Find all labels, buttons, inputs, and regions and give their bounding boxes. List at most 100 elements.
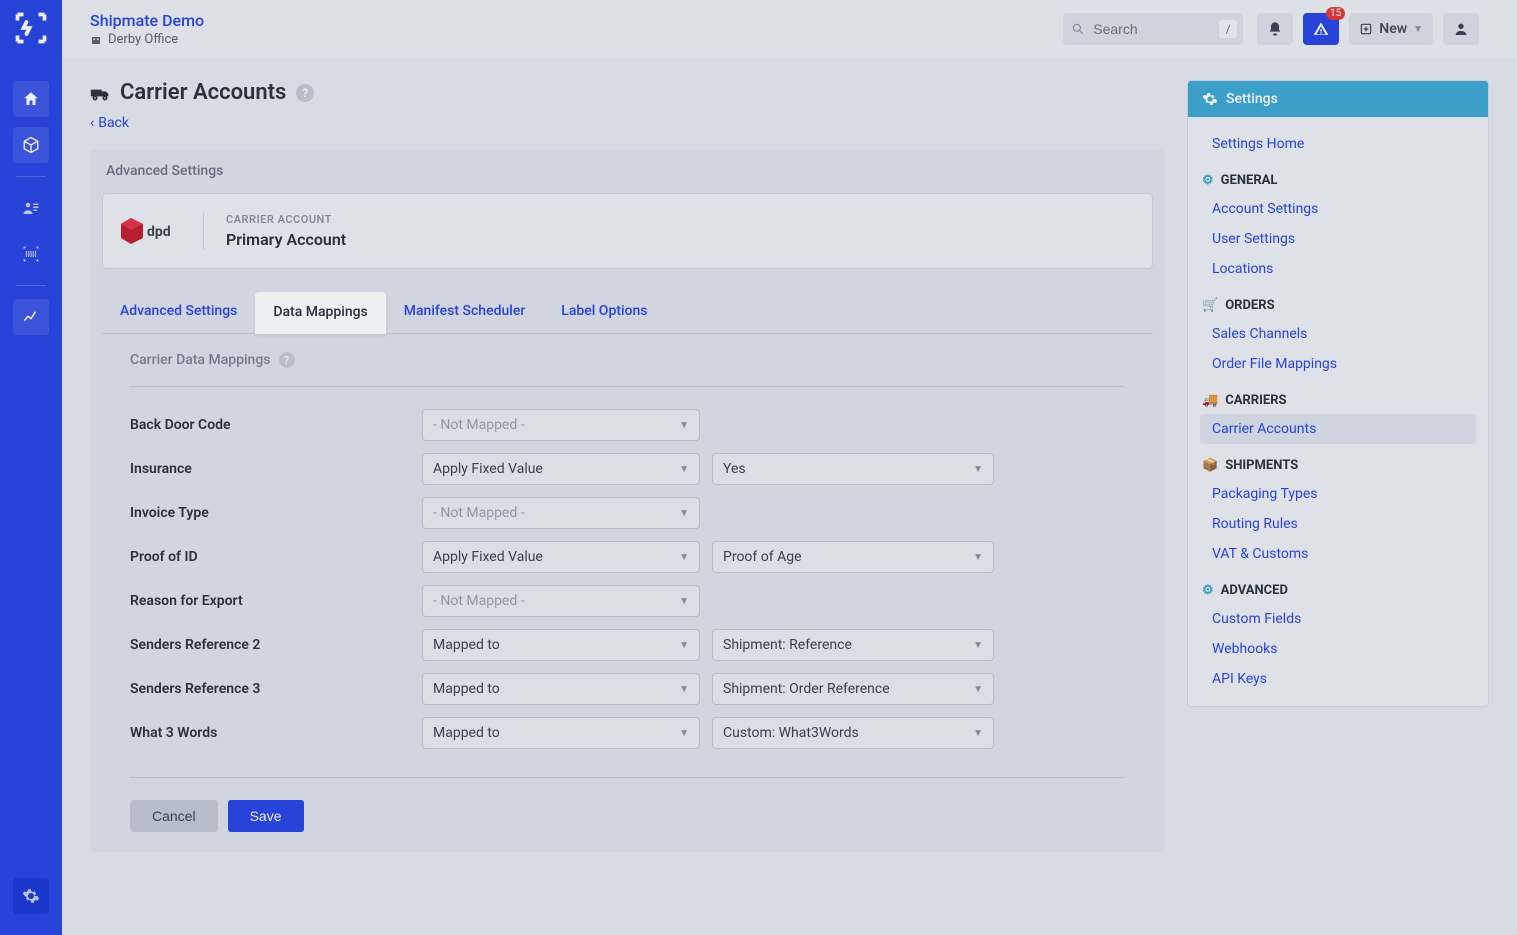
nav-analytics[interactable]	[13, 299, 49, 335]
tab-data-mappings[interactable]: Data Mappings	[255, 292, 385, 334]
tabs: Advanced Settings Data Mappings Manifest…	[102, 291, 1153, 334]
back-link[interactable]: ‹ Back	[90, 115, 129, 131]
gear-icon	[1202, 91, 1218, 107]
advanced-settings-panel: Advanced Settings dpd CARRIER ACCOUNT Pr…	[90, 149, 1165, 852]
dpd-logo: dpd	[121, 214, 181, 248]
chevron-down-icon: ▼	[679, 508, 689, 519]
link-packaging-types[interactable]: Packaging Types	[1188, 479, 1488, 509]
truck-icon	[90, 83, 110, 103]
tab-advanced-settings[interactable]: Advanced Settings	[102, 291, 255, 333]
search-kbd: /	[1219, 20, 1237, 38]
location-label: Derby Office	[108, 32, 178, 47]
package-icon: 📦	[1202, 458, 1218, 473]
link-settings-home[interactable]: Settings Home	[1188, 129, 1488, 159]
select-invoice[interactable]: - Not Mapped -▼	[422, 497, 700, 529]
select-proof-1[interactable]: Apply Fixed Value▼	[422, 541, 700, 573]
field-label-invoice: Invoice Type	[130, 505, 422, 521]
panel-title: Advanced Settings	[90, 149, 1165, 193]
field-label-sref3: Senders Reference 3	[130, 681, 422, 697]
help-icon[interactable]: ?	[296, 84, 314, 102]
select-sref3-2[interactable]: Shipment: Order Reference▼	[712, 673, 994, 705]
settings-panel: Settings Settings Home ⚙GENERAL Account …	[1187, 80, 1489, 707]
link-order-file-mappings[interactable]: Order File Mappings	[1188, 349, 1488, 379]
left-nav	[0, 0, 62, 935]
carrier-label: CARRIER ACCOUNT	[226, 213, 346, 226]
select-sref2-1[interactable]: Mapped to▼	[422, 629, 700, 661]
nav-users[interactable]	[13, 190, 49, 226]
search-icon	[1071, 22, 1085, 36]
chevron-down-icon: ▼	[973, 728, 983, 739]
page-title: Carrier Accounts ?	[90, 80, 1165, 105]
sliders-icon: ⚙	[1202, 583, 1214, 598]
chevron-down-icon: ▼	[973, 684, 983, 695]
select-back-door[interactable]: - Not Mapped -▼	[422, 409, 700, 441]
chevron-down-icon: ▼	[679, 464, 689, 475]
help-icon[interactable]: ?	[279, 352, 295, 368]
chevron-down-icon: ▼	[973, 552, 983, 563]
carrier-card: dpd CARRIER ACCOUNT Primary Account	[102, 193, 1153, 269]
select-insurance-2[interactable]: Yes▼	[712, 453, 994, 485]
select-proof-2[interactable]: Proof of Age▼	[712, 541, 994, 573]
alerts-button[interactable]: 15	[1303, 13, 1339, 45]
chevron-down-icon: ▼	[1413, 24, 1423, 35]
link-webhooks[interactable]: Webhooks	[1188, 634, 1488, 664]
select-sref2-2[interactable]: Shipment: Reference▼	[712, 629, 994, 661]
alerts-badge: 15	[1326, 7, 1345, 20]
main: Carrier Accounts ? ‹ Back Advanced Setti…	[62, 58, 1517, 935]
settings-panel-header: Settings	[1188, 81, 1488, 117]
select-insurance-1[interactable]: Apply Fixed Value▼	[422, 453, 700, 485]
link-sales-channels[interactable]: Sales Channels	[1188, 319, 1488, 349]
truck-icon: 🚚	[1202, 393, 1218, 408]
link-api-keys[interactable]: API Keys	[1188, 664, 1488, 694]
nav-package[interactable]	[13, 127, 49, 163]
chevron-down-icon: ▼	[679, 640, 689, 651]
select-w3w-1[interactable]: Mapped to▼	[422, 717, 700, 749]
chevron-down-icon: ▼	[679, 420, 689, 431]
chevron-down-icon: ▼	[973, 464, 983, 475]
chevron-down-icon: ▼	[679, 552, 689, 563]
app-title[interactable]: Shipmate Demo	[90, 11, 204, 30]
tab-manifest-scheduler[interactable]: Manifest Scheduler	[386, 291, 544, 333]
user-menu[interactable]	[1443, 13, 1479, 45]
field-label-back-door: Back Door Code	[130, 417, 422, 433]
link-custom-fields[interactable]: Custom Fields	[1188, 604, 1488, 634]
field-label-reason: Reason for Export	[130, 593, 422, 609]
section-title: Carrier Data Mappings ?	[130, 352, 1125, 368]
cancel-button[interactable]: Cancel	[130, 800, 218, 832]
link-routing-rules[interactable]: Routing Rules	[1188, 509, 1488, 539]
search-input[interactable]	[1063, 13, 1243, 45]
field-label-proof: Proof of ID	[130, 549, 422, 565]
notifications-button[interactable]	[1257, 13, 1293, 45]
gear-icon: ⚙	[1202, 173, 1214, 188]
carrier-name: Primary Account	[226, 230, 346, 249]
app-logo	[13, 10, 49, 46]
nav-barcode[interactable]	[13, 236, 49, 272]
svg-text:dpd: dpd	[147, 224, 171, 240]
link-carrier-accounts[interactable]: Carrier Accounts	[1200, 414, 1476, 444]
tab-label-options[interactable]: Label Options	[543, 291, 665, 333]
nav-home[interactable]	[13, 81, 49, 117]
nav-settings[interactable]	[13, 878, 49, 914]
search-field[interactable]: /	[1063, 13, 1243, 45]
link-account-settings[interactable]: Account Settings	[1188, 194, 1488, 224]
select-w3w-2[interactable]: Custom: What3Words▼	[712, 717, 994, 749]
chevron-down-icon: ▼	[679, 596, 689, 607]
link-user-settings[interactable]: User Settings	[1188, 224, 1488, 254]
new-button-label: New	[1379, 21, 1407, 37]
chevron-down-icon: ▼	[679, 728, 689, 739]
chevron-left-icon: ‹	[90, 115, 94, 131]
chevron-down-icon: ▼	[679, 684, 689, 695]
building-icon	[90, 34, 102, 46]
topbar: Shipmate Demo Derby Office / 15 New ▼	[62, 0, 1517, 58]
link-locations[interactable]: Locations	[1188, 254, 1488, 284]
chevron-down-icon: ▼	[973, 640, 983, 651]
cart-icon: 🛒	[1202, 298, 1218, 313]
select-reason[interactable]: - Not Mapped -▼	[422, 585, 700, 617]
new-button[interactable]: New ▼	[1349, 13, 1433, 45]
field-label-sref2: Senders Reference 2	[130, 637, 422, 653]
field-label-insurance: Insurance	[130, 461, 422, 477]
select-sref3-1[interactable]: Mapped to▼	[422, 673, 700, 705]
link-vat-customs[interactable]: VAT & Customs	[1188, 539, 1488, 569]
save-button[interactable]: Save	[228, 800, 304, 832]
field-label-w3w: What 3 Words	[130, 725, 422, 741]
